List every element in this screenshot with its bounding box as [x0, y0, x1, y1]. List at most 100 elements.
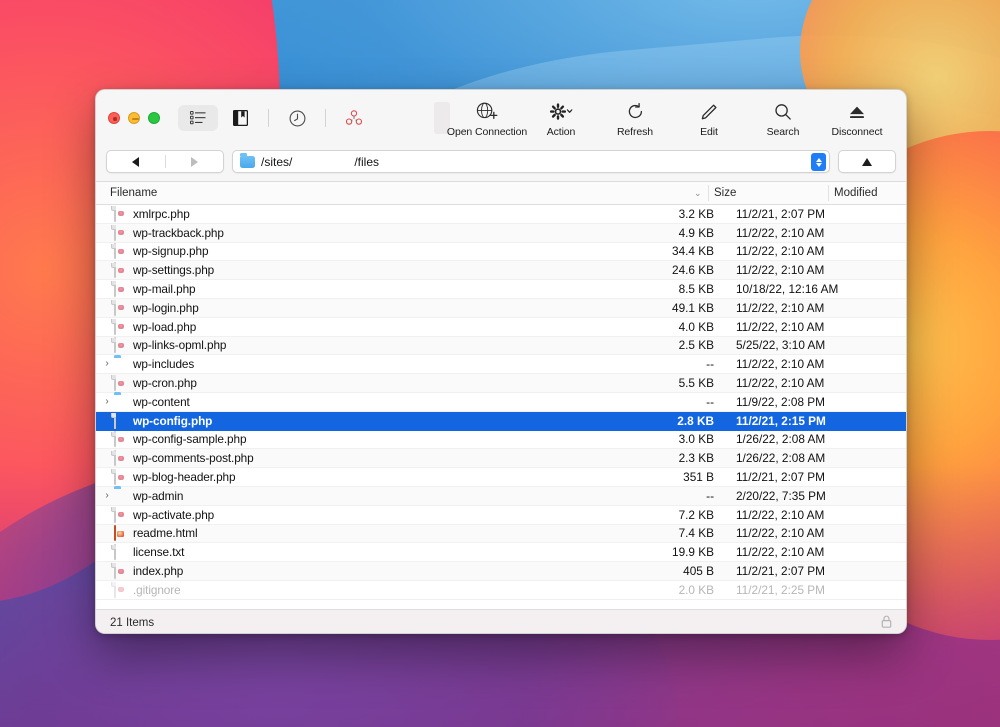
refresh-button[interactable]: Refresh [598, 99, 672, 138]
php-file-icon-glyph [114, 431, 116, 448]
file-size: 2.8 KB [677, 413, 714, 428]
file-modified: 10/18/22, 12:16 AM [736, 282, 839, 297]
item-count-label: 21 Items [110, 616, 155, 629]
path-field[interactable]: /sites/ /files [232, 150, 830, 173]
column-modified[interactable]: Modified [834, 187, 877, 199]
disclosure-triangle-icon[interactable]: › [102, 490, 112, 501]
file-modified: 11/2/21, 2:15 PM [736, 413, 826, 428]
php-file-icon-glyph [114, 337, 116, 354]
folder-icon [114, 395, 128, 409]
file-size: 2.5 KB [678, 338, 714, 353]
file-name: wp-load.php [133, 319, 197, 334]
file-modified: 5/25/22, 3:10 AM [736, 338, 826, 353]
table-row[interactable]: wp-cron.php 5.5 KB 11/2/22, 2:10 AM [96, 374, 906, 393]
history-icon[interactable] [277, 105, 317, 131]
edit-label: Edit [700, 125, 718, 138]
file-modified: 11/2/22, 2:10 AM [736, 526, 825, 541]
file-modified: 11/2/21, 2:25 PM [736, 582, 825, 597]
table-row[interactable]: xmlrpc.php 3.2 KB 11/2/21, 2:07 PM [96, 205, 906, 224]
table-row[interactable]: wp-links-opml.php 2.5 KB 5/25/22, 3:10 AM [96, 336, 906, 356]
table-row[interactable]: wp-trackback.php 4.9 KB 11/2/22, 2:10 AM [96, 223, 906, 243]
browser-view-icon[interactable] [178, 105, 218, 131]
file-size: -- [706, 394, 714, 409]
file-size: 3.2 KB [678, 206, 714, 221]
action-button[interactable]: Action [524, 99, 598, 138]
file-size: 7.4 KB [678, 526, 714, 541]
disclosure-triangle-icon[interactable]: › [102, 359, 112, 369]
table-row[interactable]: wp-config-sample.php 3.0 KB 1/26/22, 2:08 … [96, 431, 906, 450]
lock-icon[interactable] [881, 615, 892, 631]
column-separator-2 [828, 185, 829, 201]
file-modified: 11/2/22, 2:10 AM [736, 507, 825, 522]
text-file-icon [114, 544, 128, 561]
file-size: 2.0 KB [678, 582, 714, 597]
php-file-icon [114, 375, 128, 392]
file-size: 49.1 KB [672, 300, 714, 315]
folder-icon [240, 153, 255, 168]
php-file-icon [114, 205, 128, 222]
php-file-icon-glyph [114, 581, 116, 598]
status-bar: 21 Items [96, 609, 906, 633]
open-connection-label: Open Connection [446, 125, 528, 138]
file-modified: 1/26/22, 2:08 AM [736, 432, 826, 447]
toolbar-right-group: Open Connection Action Refresh Edit Sear… [446, 99, 894, 138]
disconnect-button[interactable]: Disconnect [820, 99, 894, 138]
php-file-icon [114, 506, 128, 523]
table-row[interactable]: license.txt 19.9 KB 11/2/22, 2:10 AM [96, 543, 906, 563]
desktop: Open Connection Action Refresh Edit Sear… [0, 0, 1000, 727]
table-row[interactable]: readme.html 7.4 KB 11/2/22, 2:10 AM [96, 524, 906, 544]
column-size[interactable]: Size [714, 187, 736, 199]
nav-buttons [106, 150, 224, 173]
back-button[interactable] [107, 156, 165, 167]
bonjour-icon[interactable] [334, 105, 374, 131]
table-row[interactable]: wp-settings.php 24.6 KB 11/2/22, 2:10 AM [96, 261, 906, 281]
path-stepper[interactable] [811, 153, 826, 171]
php-file-icon-glyph [114, 262, 116, 279]
table-row[interactable]: wp-load.php 4.0 KB 11/2/22, 2:10 AM [96, 318, 906, 337]
text-file-icon-glyph [114, 544, 116, 561]
column-filename[interactable]: Filename [96, 187, 601, 199]
edit-pencil-icon [700, 101, 718, 123]
minimize-button[interactable] [128, 112, 140, 124]
zoom-button[interactable] [148, 112, 160, 124]
file-size: 3.0 KB [678, 432, 714, 447]
file-name: wp-cron.php [133, 376, 197, 391]
php-file-icon [114, 337, 128, 354]
open-connection-button[interactable]: Open Connection [446, 99, 528, 138]
disconnect-eject-icon [847, 101, 867, 123]
table-row[interactable]: wp-activate.php 7.2 KB 11/2/22, 2:10 AM [96, 506, 906, 525]
table-row[interactable]: wp-mail.php 8.5 KB 10/18/22, 12:16 AM [96, 280, 906, 299]
table-row[interactable]: wp-comments-post.php 2.3 KB 1/26/22, 2:08 … [96, 449, 906, 469]
file-modified: 11/2/22, 2:10 AM [736, 376, 825, 391]
edit-button[interactable]: Edit [672, 99, 746, 138]
file-name: wp-includes [133, 357, 195, 372]
php-file-icon-glyph [114, 450, 116, 467]
file-modified: 11/2/22, 2:10 AM [736, 545, 825, 560]
table-row[interactable]: wp-blog-header.php 351 B 11/2/21, 2:07 PM [96, 468, 906, 487]
file-size: 2.3 KB [678, 451, 714, 466]
file-name: wp-admin [133, 488, 184, 503]
php-file-icon [114, 469, 128, 486]
table-row[interactable]: › wp-content -- 11/9/22, 2:08 PM [96, 393, 906, 412]
table-row[interactable]: › wp-admin -- 2/20/22, 7:35 PM [96, 486, 906, 506]
table-row[interactable]: › wp-includes -- 11/2/22, 2:10 AM [96, 355, 906, 375]
forward-button[interactable] [166, 156, 224, 167]
table-row[interactable]: .gitignore 2.0 KB 11/2/21, 2:25 PM [96, 581, 906, 600]
parent-folder-button[interactable] [838, 150, 896, 173]
close-button[interactable] [108, 112, 120, 124]
arrow-up-icon [862, 157, 872, 166]
bookmarks-icon[interactable] [220, 105, 260, 131]
disclosure-triangle-icon[interactable]: › [102, 396, 112, 407]
search-button[interactable]: Search [746, 99, 820, 138]
file-list[interactable]: xmlrpc.php 3.2 KB 11/2/21, 2:07 PM wp-track… [96, 205, 906, 609]
file-name: readme.html [133, 526, 198, 541]
file-modified: 11/2/22, 2:10 AM [736, 357, 825, 372]
table-row[interactable]: wp-config.php 2.8 KB 11/2/21, 2:15 PM [96, 411, 906, 431]
file-name: wp-trackback.php [133, 225, 224, 240]
table-row[interactable]: wp-login.php 49.1 KB 11/2/22, 2:10 AM [96, 298, 906, 318]
table-row[interactable]: wp-signup.php 34.4 KB 11/2/22, 2:10 AM [96, 243, 906, 262]
table-row[interactable]: index.php 405 B 11/2/21, 2:07 PM [96, 562, 906, 581]
file-size: 7.2 KB [678, 507, 714, 522]
refresh-label: Refresh [616, 125, 654, 138]
path-bar: /sites/ /files [96, 146, 906, 182]
